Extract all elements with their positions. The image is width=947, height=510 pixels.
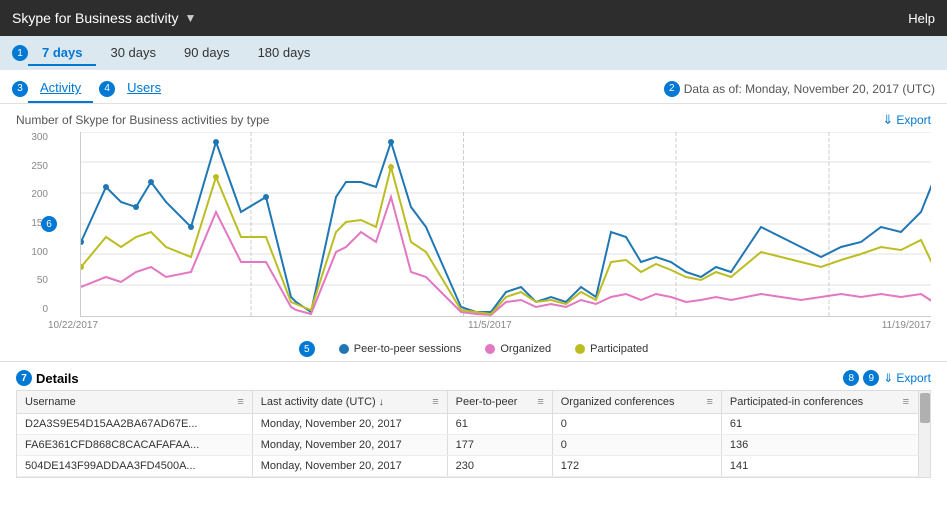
chart-svg bbox=[81, 132, 931, 317]
col-icon-peer[interactable]: ≡ bbox=[537, 396, 543, 408]
y-label-200: 200 bbox=[31, 189, 48, 200]
scroll-thumb bbox=[920, 393, 930, 423]
tab-badge-3: 3 bbox=[12, 81, 28, 97]
legend-peer: Peer-to-peer sessions bbox=[339, 343, 462, 355]
header-title-group: Skype for Business activity ▼ bbox=[12, 10, 196, 26]
tabs-left: 3 Activity 4 Users bbox=[12, 74, 173, 103]
y-label-300: 300 bbox=[31, 132, 48, 143]
cell-last-activity-0: Monday, November 20, 2017 bbox=[252, 414, 447, 435]
legend-label-participated: Participated bbox=[590, 343, 648, 355]
details-export-link[interactable]: ⇓ Export bbox=[883, 371, 931, 385]
cell-username-0: D2A3S9E54D15AA2BA67AD67E... bbox=[17, 414, 252, 435]
details-table: Username ≡ Last activity date (UTC) ↓ ≡ … bbox=[17, 391, 930, 477]
tabs-row: 3 Activity 4 Users 2 Data as of: Monday,… bbox=[0, 70, 947, 104]
legend-participated: Participated bbox=[575, 343, 648, 355]
time-btn-30days[interactable]: 30 days bbox=[96, 41, 170, 66]
cell-peer-2: 230 bbox=[447, 456, 552, 477]
table-row: FA6E361CFD868C8CACAFAFAA... Monday, Nove… bbox=[17, 435, 930, 456]
details-header: 7 Details 8 9 ⇓ Export bbox=[16, 366, 931, 390]
x-label-4: 11/19/2017 bbox=[882, 320, 931, 331]
chart-header: Number of Skype for Business activities … bbox=[16, 112, 931, 128]
tab-activity[interactable]: Activity bbox=[28, 74, 93, 103]
col-organized: Organized conferences ≡ bbox=[552, 391, 721, 414]
details-export-group: 8 9 ⇓ Export bbox=[843, 370, 931, 386]
details-badge-9: 9 bbox=[863, 370, 879, 386]
cell-username-1: FA6E361CFD868C8CACAFAFAA... bbox=[17, 435, 252, 456]
col-icon-last-activity[interactable]: ≡ bbox=[432, 396, 438, 408]
legend-dot-participated bbox=[575, 344, 585, 354]
tab-badge-4: 4 bbox=[99, 81, 115, 97]
time-filter-bar: 1 7 days 30 days 90 days 180 days bbox=[0, 36, 947, 70]
x-axis: 10/22/2017 11/5/2017 11/19/2017 bbox=[48, 317, 931, 331]
legend-label-organized: Organized bbox=[500, 343, 551, 355]
cell-participated-2: 141 bbox=[721, 456, 929, 477]
legend-organized: Organized bbox=[485, 343, 551, 355]
legend-dot-organized bbox=[485, 344, 495, 354]
legend-dot-peer bbox=[339, 344, 349, 354]
details-section: 7 Details 8 9 ⇓ Export Username ≡ Last a bbox=[0, 361, 947, 478]
cell-participated-0: 61 bbox=[721, 414, 929, 435]
col-username: Username ≡ bbox=[17, 391, 252, 414]
time-btn-90days[interactable]: 90 days bbox=[170, 41, 244, 66]
download-icon-2: ⇓ bbox=[883, 371, 893, 385]
x-label-2: 11/5/2017 bbox=[468, 320, 512, 331]
data-as-of-badge: 2 bbox=[664, 81, 680, 97]
chart-title: Number of Skype for Business activities … bbox=[16, 113, 269, 127]
time-filter-badge: 1 bbox=[12, 45, 28, 61]
details-badge-8: 8 bbox=[843, 370, 859, 386]
table-row: 504DE143F99ADDAA3FD4500A... Monday, Nove… bbox=[17, 456, 930, 477]
app-header: Skype for Business activity ▼ Help bbox=[0, 0, 947, 36]
cell-organized-2: 172 bbox=[552, 456, 721, 477]
chart-section: Number of Skype for Business activities … bbox=[0, 104, 947, 335]
cell-last-activity-1: Monday, November 20, 2017 bbox=[252, 435, 447, 456]
sort-icon-last-activity: ↓ bbox=[379, 397, 384, 408]
table-header-row: Username ≡ Last activity date (UTC) ↓ ≡ … bbox=[17, 391, 930, 414]
legend-badge: 5 bbox=[299, 341, 315, 357]
details-title-group: 7 Details bbox=[16, 370, 79, 386]
help-link[interactable]: Help bbox=[908, 11, 935, 26]
chevron-down-icon[interactable]: ▼ bbox=[185, 11, 197, 25]
app-title: Skype for Business activity bbox=[12, 10, 179, 26]
cell-participated-1: 136 bbox=[721, 435, 929, 456]
col-participated: Participated-in conferences ≡ bbox=[721, 391, 929, 414]
chart-legend: 5 Peer-to-peer sessions Organized Partic… bbox=[0, 335, 947, 361]
time-btn-7days[interactable]: 7 days bbox=[28, 41, 96, 66]
tab-users[interactable]: Users bbox=[115, 74, 173, 103]
y-label-100: 100 bbox=[31, 247, 48, 258]
download-icon: ⇓ bbox=[882, 112, 893, 128]
y-label-0: 0 bbox=[42, 304, 48, 315]
col-icon-username[interactable]: ≡ bbox=[237, 396, 243, 408]
time-btn-180days[interactable]: 180 days bbox=[244, 41, 325, 66]
cell-organized-0: 0 bbox=[552, 414, 721, 435]
data-as-of: 2 Data as of: Monday, November 20, 2017 … bbox=[664, 81, 935, 97]
details-title: Details bbox=[36, 371, 79, 386]
cell-last-activity-2: Monday, November 20, 2017 bbox=[252, 456, 447, 477]
table-row: D2A3S9E54D15AA2BA67AD67E... Monday, Nove… bbox=[17, 414, 930, 435]
col-peer-to-peer: Peer-to-peer ≡ bbox=[447, 391, 552, 414]
scrollbar[interactable] bbox=[918, 391, 930, 477]
cell-username-2: 504DE143F99ADDAA3FD4500A... bbox=[17, 456, 252, 477]
details-table-wrap: Username ≡ Last activity date (UTC) ↓ ≡ … bbox=[16, 390, 931, 478]
y-label-50: 50 bbox=[37, 275, 48, 286]
x-label-0: 10/22/2017 bbox=[48, 320, 98, 331]
col-icon-participated[interactable]: ≡ bbox=[903, 396, 909, 408]
data-as-of-text: Data as of: Monday, November 20, 2017 (U… bbox=[684, 82, 935, 96]
chart-canvas: 6 bbox=[80, 132, 931, 317]
legend-label-peer: Peer-to-peer sessions bbox=[354, 343, 462, 355]
details-badge-7: 7 bbox=[16, 370, 32, 386]
y-label-250: 250 bbox=[31, 161, 48, 172]
col-icon-organized[interactable]: ≡ bbox=[706, 396, 712, 408]
cell-organized-1: 0 bbox=[552, 435, 721, 456]
cell-peer-0: 61 bbox=[447, 414, 552, 435]
chart-badge-6: 6 bbox=[41, 216, 57, 232]
chart-export-link[interactable]: ⇓ Export bbox=[882, 112, 931, 128]
cell-peer-1: 177 bbox=[447, 435, 552, 456]
col-last-activity: Last activity date (UTC) ↓ ≡ bbox=[252, 391, 447, 414]
